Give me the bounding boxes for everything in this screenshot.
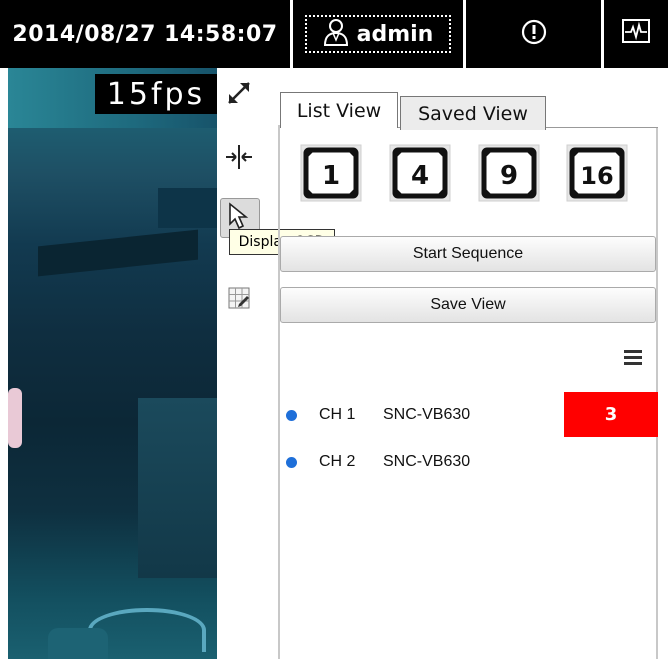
channel-name: CH 1 — [319, 406, 356, 423]
channel-model: SNC-VB630 — [383, 406, 471, 423]
fps-counter: 15fps — [95, 74, 217, 114]
layout-label: 16 — [580, 162, 613, 190]
start-sequence-button[interactable]: Start Sequence — [280, 236, 656, 272]
channel-row[interactable]: CH 2 SNC-VB630 — [283, 442, 656, 482]
user-menu-button[interactable]: admin — [293, 0, 463, 68]
save-view-button[interactable]: Save View — [280, 287, 656, 323]
tab-list-view[interactable]: List View — [280, 92, 398, 128]
video-region — [158, 188, 217, 228]
layout-9-button[interactable]: 9 — [478, 144, 540, 202]
user-box[interactable]: admin — [305, 15, 451, 53]
expand-icon — [225, 79, 253, 111]
channel-model: SNC-VB630 — [383, 453, 471, 470]
layout-label: 9 — [500, 161, 518, 191]
username-label: admin — [356, 21, 434, 47]
alert-icon — [521, 19, 547, 49]
fullscreen-button[interactable] — [220, 76, 258, 114]
layout-16-button[interactable]: 16 — [566, 144, 628, 202]
layout-4-button[interactable]: 4 — [389, 144, 451, 202]
video-region — [8, 388, 22, 448]
video-feed[interactable] — [8, 68, 217, 659]
layout-1-button[interactable]: 1 — [300, 144, 362, 202]
split-icon — [224, 144, 254, 174]
status-dot — [286, 456, 297, 468]
split-view-button[interactable] — [220, 140, 258, 178]
channel-name: CH 2 — [319, 453, 356, 470]
user-icon — [323, 18, 349, 50]
activity-monitor-icon — [621, 18, 651, 50]
channel-alert-badge: 3 — [564, 392, 658, 437]
top-bar: 2014/08/27 14:58:07 admin — [0, 0, 668, 68]
alert-button[interactable] — [466, 0, 601, 68]
grid-edit-button[interactable] — [220, 281, 258, 319]
video-region — [48, 628, 108, 659]
video-region — [38, 229, 198, 277]
monitor-button[interactable] — [604, 0, 668, 68]
layout-label: 1 — [322, 161, 340, 191]
menu-icon[interactable] — [624, 350, 642, 366]
panel-border — [278, 125, 280, 659]
video-region — [138, 398, 217, 578]
layout-label: 4 — [411, 161, 429, 191]
grid-edit-icon — [228, 287, 250, 313]
status-dot — [286, 409, 297, 421]
datetime-display: 2014/08/27 14:58:07 — [0, 0, 290, 68]
tab-saved-view[interactable]: Saved View — [400, 96, 546, 130]
